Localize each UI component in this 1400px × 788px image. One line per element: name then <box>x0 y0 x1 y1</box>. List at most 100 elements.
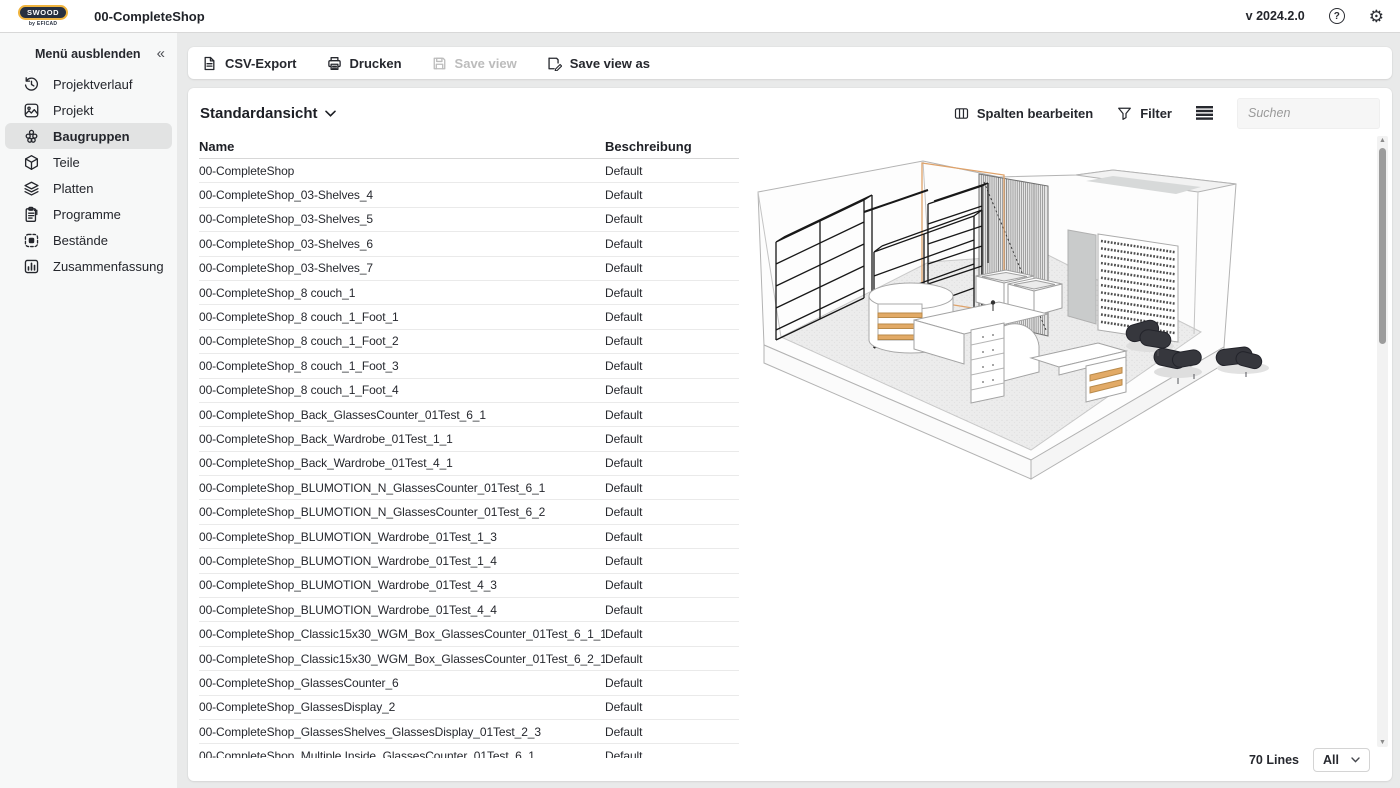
sidebar-menu: Projektverlauf Projekt Baugruppen Teile Plat… <box>0 71 177 279</box>
cell-name: 00-CompleteShop_BLUMOTION_Wardrobe_01Tes… <box>199 554 605 568</box>
sidebar-item-label: Platten <box>53 181 93 196</box>
table-row[interactable]: 00-CompleteShop_GlassesCounter_6Default <box>199 671 739 695</box>
cell-name: 00-CompleteShop_BLUMOTION_N_GlassesCount… <box>199 481 605 495</box>
table-row[interactable]: 00-CompleteShop_Multiple Inside_GlassesC… <box>199 744 739 758</box>
table-row[interactable]: 00-CompleteShop_Classic15x30_WGM_Box_Gla… <box>199 622 739 646</box>
table-row[interactable]: 00-CompleteShop_Classic15x30_WGM_Box_Gla… <box>199 647 739 671</box>
cell-description: Default <box>605 627 739 641</box>
cell-name: 00-CompleteShop_8 couch_1_Foot_1 <box>199 310 605 324</box>
cell-name: 00-CompleteShop_Back_Wardrobe_01Test_4_1 <box>199 456 605 470</box>
table-row[interactable]: 00-CompleteShop_Back_GlassesCounter_01Te… <box>199 403 739 427</box>
top-bar: SWOOD by EFICAD 00-CompleteShop v 2024.2… <box>0 0 1400 33</box>
sidebar-item-programme[interactable]: Programme <box>5 201 172 227</box>
lines-count-label: 70 Lines <box>1249 753 1299 767</box>
cell-description: Default <box>605 432 739 446</box>
dense-rows-icon[interactable] <box>1196 106 1213 120</box>
cell-description: Default <box>605 749 739 758</box>
swood-logo: SWOOD by EFICAD <box>18 5 68 28</box>
vertical-scrollbar[interactable]: ▲ ▼ <box>1377 136 1388 747</box>
view-selector[interactable]: Standardansicht <box>200 105 336 122</box>
sidebar-item-label: Projektverlauf <box>53 77 132 92</box>
sidebar-item-baugruppen[interactable]: Baugruppen <box>5 123 172 149</box>
save-view-button[interactable]: Save view <box>432 56 517 71</box>
sidebar-item-projektverlauf[interactable]: Projektverlauf <box>5 71 172 97</box>
column-header-name[interactable]: Name <box>199 139 605 154</box>
sidebar-item-label: Bestände <box>53 233 108 248</box>
cell-name: 00-CompleteShop <box>199 164 605 178</box>
3d-viewport[interactable] <box>746 134 1374 746</box>
scroll-up-icon[interactable]: ▲ <box>1377 137 1388 144</box>
filter-icon <box>1117 106 1132 121</box>
edit-columns-button[interactable]: Spalten bearbeiten <box>954 106 1093 121</box>
toolbar-button-label: CSV-Export <box>225 56 297 71</box>
chevron-down-icon <box>325 110 336 117</box>
table-row[interactable]: 00-CompleteShop_03-Shelves_5Default <box>199 208 739 232</box>
table-row[interactable]: 00-CompleteShop_BLUMOTION_N_GlassesCount… <box>199 476 739 500</box>
sidebar-item-platten[interactable]: Platten <box>5 175 172 201</box>
cell-description: Default <box>605 383 739 397</box>
cell-name: 00-CompleteShop_8 couch_1_Foot_3 <box>199 359 605 373</box>
cell-name: 00-CompleteShop_03-Shelves_6 <box>199 237 605 251</box>
help-icon[interactable]: ? <box>1329 8 1345 24</box>
sidebar-item-teile[interactable]: Teile <box>5 149 172 175</box>
chevron-down-icon <box>1351 757 1360 763</box>
cell-name: 00-CompleteShop_BLUMOTION_Wardrobe_01Tes… <box>199 530 605 544</box>
table-row[interactable]: 00-CompleteShop_8 couch_1Default <box>199 281 739 305</box>
table-row[interactable]: 00-CompleteShopDefault <box>199 159 739 183</box>
cell-description: Default <box>605 286 739 300</box>
table-row[interactable]: 00-CompleteShop_8 couch_1_Foot_4Default <box>199 379 739 403</box>
cell-name: 00-CompleteShop_03-Shelves_4 <box>199 188 605 202</box>
cell-description: Default <box>605 359 739 373</box>
save-as-icon <box>547 56 562 71</box>
cell-name: 00-CompleteShop_Back_Wardrobe_01Test_1_1 <box>199 432 605 446</box>
layers-icon <box>23 180 40 197</box>
cell-name: 00-CompleteShop_8 couch_1_Foot_4 <box>199 383 605 397</box>
cell-description: Default <box>605 652 739 666</box>
search-input[interactable] <box>1237 98 1380 129</box>
sidebar-item-label: Baugruppen <box>53 129 130 144</box>
cell-description: Default <box>605 578 739 592</box>
table-row[interactable]: 00-CompleteShop_BLUMOTION_Wardrobe_01Tes… <box>199 598 739 622</box>
gear-icon[interactable]: ⚙ <box>1369 8 1384 25</box>
table-row[interactable]: 00-CompleteShop_GlassesDisplay_2Default <box>199 696 739 720</box>
page-size-select[interactable]: All <box>1313 748 1370 772</box>
cell-name: 00-CompleteShop_8 couch_1 <box>199 286 605 300</box>
save-view-as-button[interactable]: Save view as <box>547 56 650 71</box>
table-row[interactable]: 00-CompleteShop_03-Shelves_4Default <box>199 183 739 207</box>
scrollbar-thumb[interactable] <box>1379 148 1386 344</box>
table-row[interactable]: 00-CompleteShop_8 couch_1_Foot_3Default <box>199 354 739 378</box>
toolbar-button-label: Save view <box>455 56 517 71</box>
sidebar-item-zusammenfassung[interactable]: Zusammenfassung <box>5 253 172 279</box>
table-row[interactable]: 00-CompleteShop_GlassesShelves_GlassesDi… <box>199 720 739 744</box>
sidebar-item-projekt[interactable]: Projekt <box>5 97 172 123</box>
table-row[interactable]: 00-CompleteShop_Back_Wardrobe_01Test_1_1… <box>199 427 739 451</box>
file-icon <box>202 56 217 71</box>
cell-name: 00-CompleteShop_8 couch_1_Foot_2 <box>199 334 605 348</box>
toolbar-button-label: Save view as <box>570 56 650 71</box>
column-header-description[interactable]: Beschreibung <box>605 139 739 154</box>
cell-description: Default <box>605 505 739 519</box>
table-row[interactable]: 00-CompleteShop_BLUMOTION_Wardrobe_01Tes… <box>199 574 739 598</box>
filter-button[interactable]: Filter <box>1117 106 1172 121</box>
table-row[interactable]: 00-CompleteShop_8 couch_1_Foot_2Default <box>199 330 739 354</box>
cell-name: 00-CompleteShop_GlassesDisplay_2 <box>199 700 605 714</box>
cell-description: Default <box>605 676 739 690</box>
csv-export-button[interactable]: CSV-Export <box>202 56 297 71</box>
table-row[interactable]: 00-CompleteShop_BLUMOTION_N_GlassesCount… <box>199 500 739 524</box>
table-row[interactable]: 00-CompleteShop_8 couch_1_Foot_1Default <box>199 305 739 329</box>
save-icon <box>432 56 447 71</box>
table-row[interactable]: 00-CompleteShop_BLUMOTION_Wardrobe_01Tes… <box>199 525 739 549</box>
table-row[interactable]: 00-CompleteShop_03-Shelves_6Default <box>199 232 739 256</box>
collapse-sidebar-icon[interactable]: « <box>157 46 165 61</box>
clipboard-icon <box>23 206 40 223</box>
main-panel: Standardansicht Spalten bearbeiten Filte… <box>188 88 1392 781</box>
cell-description: Default <box>605 700 739 714</box>
table-row[interactable]: 00-CompleteShop_BLUMOTION_Wardrobe_01Tes… <box>199 549 739 573</box>
print-button[interactable]: Drucken <box>327 56 402 71</box>
cell-description: Default <box>605 261 739 275</box>
table-row[interactable]: 00-CompleteShop_Back_Wardrobe_01Test_4_1… <box>199 452 739 476</box>
table-row[interactable]: 00-CompleteShop_03-Shelves_7Default <box>199 257 739 281</box>
scroll-down-icon[interactable]: ▼ <box>1377 739 1388 746</box>
sidebar-item-bestände[interactable]: Bestände <box>5 227 172 253</box>
cell-name: 00-CompleteShop_Classic15x30_WGM_Box_Gla… <box>199 652 605 666</box>
